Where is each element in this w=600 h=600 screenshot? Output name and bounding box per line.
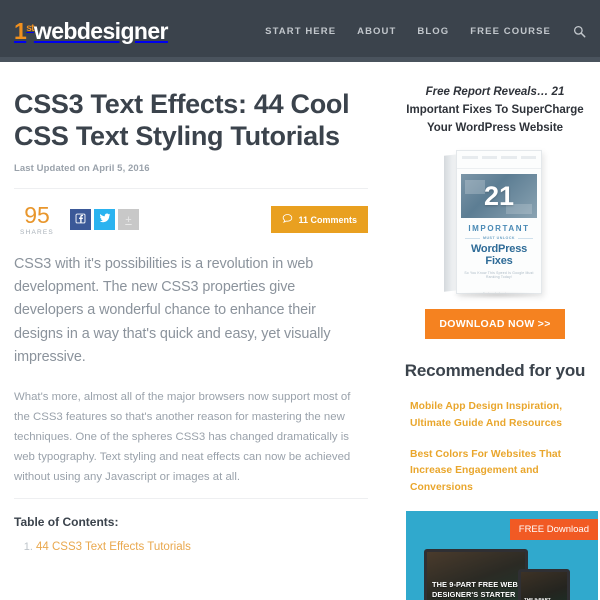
page-title: CSS3 Text Effects: 44 Cool CSS Text Styl… xyxy=(14,89,350,152)
sidebar-headline-line-2: Important Fixes To SuperCharge xyxy=(406,103,584,116)
logo-web-text: web xyxy=(33,17,78,44)
sidebar: Free Report Reveals… 21 Important Fixes … xyxy=(390,62,600,600)
ebook-image: 21 IMPORTANT MUST UNLOCK WordPress Fixes… xyxy=(400,147,590,300)
ebook-title: WordPress Fixes xyxy=(470,243,528,268)
comment-bubble-icon xyxy=(282,213,293,226)
search-icon[interactable] xyxy=(572,24,586,38)
ebook-topbar-line xyxy=(520,156,536,160)
nav-item-start-here[interactable]: START HERE xyxy=(265,26,336,37)
comments-button[interactable]: 11 Comments xyxy=(271,206,368,234)
promo-laptop-mockup: THE 9-PART FREE WEB DESIGNER'S STARTER K… xyxy=(424,548,528,600)
share-count-label: SHARES xyxy=(20,228,54,236)
article-content: CSS3 Text Effects: 44 Cool CSS Text Styl… xyxy=(0,62,390,600)
ebook-shadow xyxy=(450,291,544,300)
ebook-cover-topbar xyxy=(457,151,541,170)
logo-designer-text: designer xyxy=(76,17,169,44)
recommended-title: Recommended for you xyxy=(404,361,586,381)
ebook-badge-rule: MUST UNLOCK xyxy=(465,236,533,240)
comments-button-label: 11 Comments xyxy=(298,214,357,225)
promo-tablet-mockup: THE 9-PART xyxy=(518,568,570,600)
divider-top xyxy=(14,187,368,189)
site-logo[interactable]: 1st web designer xyxy=(14,17,169,44)
ebook-topbar-line xyxy=(501,156,517,160)
main-navigation: START HERE ABOUT BLOG FREE COURSE xyxy=(265,24,586,38)
page-body: CSS3 Text Effects: 44 Cool CSS Text Styl… xyxy=(0,62,600,600)
article-paragraph: What's more, almost all of the major bro… xyxy=(14,391,351,484)
ebook-topbar-line xyxy=(462,156,478,160)
sidebar-headline-line-3: Your WordPress Website xyxy=(426,121,564,134)
download-button-wrap: DOWNLOAD NOW >> xyxy=(400,309,590,340)
promo-laptop-screen: THE 9-PART FREE WEB DESIGNER'S STARTER K… xyxy=(427,551,525,600)
ebook-subtitle: So You Know This Speed Is Google Must Ra… xyxy=(464,271,534,280)
list-item: 44 CSS3 Text Effects Tutorials xyxy=(36,541,368,553)
promo-laptop-text: THE 9-PART FREE WEB DESIGNER'S STARTER K… xyxy=(432,579,518,600)
recommended-link-2[interactable]: Best Colors For Websites That Increase E… xyxy=(410,447,580,497)
recommended-list: Mobile App Design Inspiration, Ultimate … xyxy=(400,399,590,496)
toc-link-1[interactable]: 44 CSS3 Text Effects Tutorials xyxy=(36,541,191,553)
promo-tablet-screen: THE 9-PART xyxy=(521,571,567,600)
share-count-number: 95 xyxy=(24,201,50,228)
nav-item-blog[interactable]: BLOG xyxy=(417,26,449,37)
rule-right xyxy=(518,237,533,239)
recommended-link-1[interactable]: Mobile App Design Inspiration, Ultimate … xyxy=(410,399,580,432)
last-updated-text: Last Updated on April 5, 2016 xyxy=(14,162,150,174)
facebook-icon xyxy=(75,211,86,229)
logo-numeral: 1 xyxy=(14,17,27,44)
ebook-hero-image: 21 xyxy=(461,174,537,219)
share-twitter-button[interactable] xyxy=(94,209,115,231)
share-facebook-button[interactable] xyxy=(70,209,91,231)
divider-toc xyxy=(14,498,368,500)
ebook-topbar-line xyxy=(481,156,497,160)
nav-item-free-course[interactable]: FREE COURSE xyxy=(470,26,551,37)
ebook-number: 21 xyxy=(483,180,515,211)
share-more-button[interactable]: + xyxy=(118,209,139,231)
table-of-contents-title: Table of Contents: xyxy=(14,515,119,530)
ebook-3d: 21 IMPORTANT MUST UNLOCK WordPress Fixes… xyxy=(436,147,554,300)
table-of-contents-list: 44 CSS3 Text Effects Tutorials xyxy=(14,541,368,553)
article-lead-paragraph: CSS3 with it's possibilities is a revolu… xyxy=(14,255,331,366)
ebook-badge-text: MUST UNLOCK xyxy=(482,236,516,241)
sidebar-promo-headline: Free Report Reveals… 21 Important Fixes … xyxy=(400,84,590,137)
promo-banner[interactable]: FREE Download THE 9-PART FREE WEB DESIGN… xyxy=(406,510,598,600)
share-bar: 95 SHARES + 11 Comments xyxy=(14,203,368,237)
download-now-button[interactable]: DOWNLOAD NOW >> xyxy=(425,309,565,340)
twitter-icon xyxy=(99,211,111,229)
nav-item-about[interactable]: ABOUT xyxy=(357,26,396,37)
share-buttons: + xyxy=(70,209,139,231)
share-counter: 95 SHARES xyxy=(14,201,60,236)
promo-ribbon-label: FREE Download xyxy=(509,518,598,540)
rule-left xyxy=(465,237,480,239)
site-header: 1st web designer START HERE ABOUT BLOG FRE… xyxy=(0,0,600,62)
ebook-cover: 21 IMPORTANT MUST UNLOCK WordPress Fixes… xyxy=(456,150,542,295)
logo-superscript: st xyxy=(26,22,34,34)
sidebar-headline-line-1: Free Report Reveals… 21 xyxy=(425,86,565,98)
ebook-important-text: IMPORTANT xyxy=(468,224,530,234)
